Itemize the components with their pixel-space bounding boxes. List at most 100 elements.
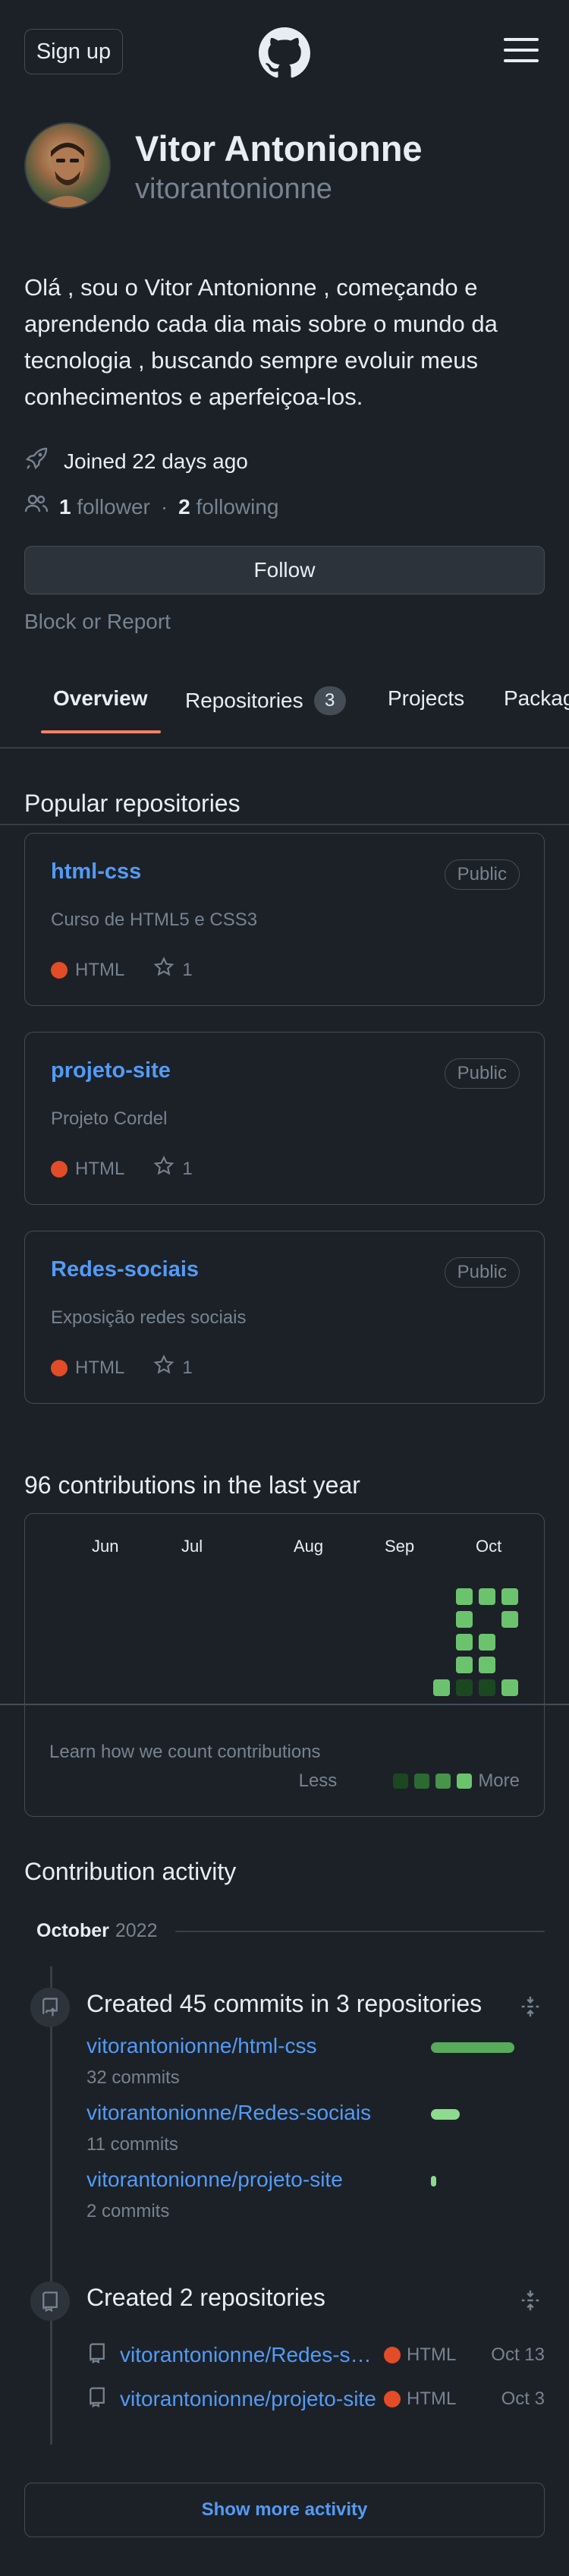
followers-link[interactable]: 1 follower xyxy=(59,495,150,519)
block-or-report-link[interactable]: Block or Report xyxy=(24,610,171,634)
language-label: HTML xyxy=(75,959,125,980)
legend-swatch xyxy=(414,1774,430,1789)
tab-packages[interactable]: Packages xyxy=(504,686,569,711)
contribution-cell[interactable] xyxy=(479,1588,495,1605)
contribution-cell[interactable] xyxy=(456,1657,473,1673)
contribution-cell[interactable] xyxy=(501,1611,518,1628)
repo-link[interactable]: projeto-site xyxy=(51,1058,171,1083)
learn-contributions-link[interactable]: Learn how we count contributions xyxy=(49,1742,321,1763)
tab-overview[interactable]: Overview xyxy=(53,686,148,711)
repo-icon xyxy=(86,2342,108,2369)
follow-button[interactable]: Follow xyxy=(24,546,545,594)
repo-link[interactable]: Redes-sociais xyxy=(51,1257,199,1282)
language-color-dot xyxy=(51,1160,68,1178)
commit-repo-link[interactable]: vitorantonionne/html-css xyxy=(86,2034,316,2058)
repo-link[interactable]: html-css xyxy=(51,859,141,884)
commit-count: 11 commits xyxy=(86,2134,178,2155)
contribution-cell[interactable] xyxy=(479,1679,495,1696)
divider xyxy=(0,1704,569,1705)
created-repos-summary: Created 2 repositories xyxy=(86,2284,325,2311)
sign-up-button[interactable]: Sign up xyxy=(24,29,123,74)
contribution-cell[interactable] xyxy=(501,1588,518,1605)
commit-repo-link[interactable]: vitorantonionne/projeto-site xyxy=(86,2168,343,2192)
contribution-cell[interactable] xyxy=(456,1679,473,1696)
commit-repo-link[interactable]: vitorantonionne/Redes-sociais xyxy=(86,2101,371,2125)
following-link[interactable]: 2 following xyxy=(178,495,278,519)
created-repo-link[interactable]: vitorantonionne/projeto-site xyxy=(120,2387,378,2411)
language-label: HTML xyxy=(75,1158,125,1179)
legend-less: Less xyxy=(298,1770,338,1791)
language-label: HTML xyxy=(75,1357,125,1378)
created-repo-row: vitorantonionne/projeto-site HTML Oct 3 xyxy=(86,2382,545,2416)
people-icon xyxy=(24,492,49,522)
month-label: Oct xyxy=(476,1537,502,1556)
repo-icon xyxy=(86,2386,108,2413)
repo-push-icon xyxy=(30,1988,70,2027)
fold-icon[interactable] xyxy=(519,1995,542,2018)
repo-icon xyxy=(30,2281,70,2321)
joined-text: Joined 22 days ago xyxy=(64,449,248,473)
star-count[interactable]: 1 xyxy=(182,1357,192,1379)
timeline-line xyxy=(50,1966,52,2445)
legend-more: More xyxy=(478,1770,520,1791)
repo-description: Projeto Cordel xyxy=(51,1108,168,1129)
month-label: Jun xyxy=(92,1537,119,1556)
created-date: Oct 3 xyxy=(501,2388,545,2409)
visibility-badge: Public xyxy=(444,1257,520,1288)
legend-swatch xyxy=(393,1774,409,1789)
legend-swatch xyxy=(457,1774,473,1789)
commit-bar xyxy=(431,2176,436,2187)
repo-description: Curso de HTML5 e CSS3 xyxy=(51,910,258,930)
star-icon[interactable] xyxy=(153,957,174,983)
contributions-title: 96 contributions in the last year xyxy=(24,1471,360,1499)
followers-info: 1 follower · 2 following xyxy=(24,492,278,522)
activity-month-header: October 2022 xyxy=(36,1920,545,1942)
repo-card: html-css Public Curso de HTML5 e CSS3 HT… xyxy=(24,833,545,1006)
repo-language: HTML xyxy=(384,2344,475,2366)
repo-meta: HTML 1 xyxy=(51,957,193,983)
commits-summary: Created 45 commits in 3 repositories xyxy=(86,1990,483,2017)
repositories-count-badge: 3 xyxy=(313,686,346,715)
created-date: Oct 13 xyxy=(491,2344,545,2365)
contribution-graph: Jun Jul Aug Sep Oct Learn how we count c… xyxy=(0,1513,569,1817)
repo-card: projeto-site Public Projeto Cordel HTML … xyxy=(24,1032,545,1205)
profile-bio: Olá , sou o Vitor Antonionne , começando… xyxy=(24,274,498,410)
repo-language: HTML xyxy=(384,2388,475,2410)
hamburger-menu-icon[interactable] xyxy=(504,38,539,64)
legend-swatch xyxy=(435,1774,451,1789)
contribution-cell[interactable] xyxy=(456,1634,473,1651)
rocket-icon xyxy=(24,446,49,476)
commit-bar xyxy=(431,2042,514,2053)
month-label: Sep xyxy=(385,1537,415,1556)
star-icon[interactable] xyxy=(153,1354,174,1381)
contribution-cell[interactable] xyxy=(501,1679,518,1696)
repo-card: Redes-sociais Public Exposição redes soc… xyxy=(24,1231,545,1404)
contribution-cell[interactable] xyxy=(479,1657,495,1673)
github-logo-icon[interactable] xyxy=(259,27,310,79)
commit-bar xyxy=(431,2109,460,2120)
contribution-cell[interactable] xyxy=(456,1588,473,1605)
star-icon[interactable] xyxy=(153,1156,174,1182)
profile-name: Vitor Antonionne xyxy=(135,128,423,169)
contribution-activity-title: Contribution activity xyxy=(24,1858,237,1885)
visibility-badge: Public xyxy=(444,859,520,890)
tab-repositories[interactable]: Repositories 3 xyxy=(185,686,346,715)
star-count[interactable]: 1 xyxy=(182,960,192,981)
contribution-cell[interactable] xyxy=(479,1634,495,1651)
contribution-cell[interactable] xyxy=(433,1679,450,1696)
contribution-cell[interactable] xyxy=(456,1611,473,1628)
profile-tabs: Overview Repositories 3 Projects Package… xyxy=(0,665,569,749)
avatar xyxy=(24,122,111,209)
language-color-dot xyxy=(384,2391,401,2407)
created-repo-link[interactable]: vitorantonionne/Redes-sociais xyxy=(120,2343,378,2367)
contribution-legend: Less More xyxy=(299,1770,520,1792)
month-label: Jul xyxy=(181,1537,203,1556)
month-label: Aug xyxy=(294,1537,324,1556)
divider xyxy=(0,824,569,825)
tab-projects[interactable]: Projects xyxy=(388,686,464,711)
star-count[interactable]: 1 xyxy=(182,1159,192,1180)
language-color-dot xyxy=(384,2347,401,2363)
visibility-badge: Public xyxy=(444,1058,520,1089)
show-more-activity-button[interactable]: Show more activity xyxy=(24,2483,545,2537)
fold-icon[interactable] xyxy=(519,2289,542,2312)
